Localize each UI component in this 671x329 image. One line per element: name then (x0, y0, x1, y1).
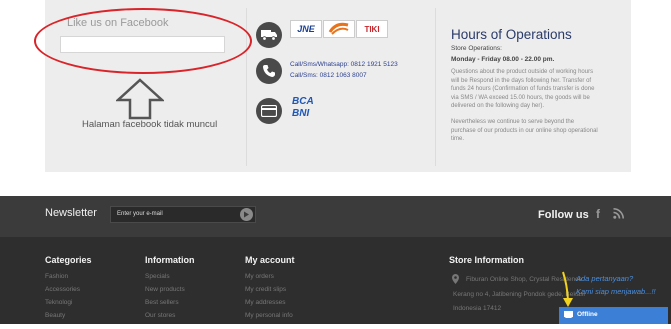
chat-answer: Kami siap menjawab...!! (576, 287, 656, 296)
information-title: Information (145, 255, 195, 265)
pos-logo (323, 20, 355, 38)
newsletter-submit-button[interactable] (240, 208, 253, 221)
hours-paragraph-line: via SMS / WA exceed 15.00 hours, the goo… (451, 94, 590, 101)
facebook-icon[interactable]: f (596, 207, 600, 221)
credit-card-icon-circle (256, 98, 282, 124)
categories-title: Categories (45, 255, 92, 265)
hours-paragraph-line: time. (451, 136, 465, 142)
chat-pointer-arrow (562, 271, 573, 307)
mail-icon-glyph (563, 316, 574, 322)
chat-offline-button[interactable] (559, 307, 668, 324)
hours-paragraph-line: funds 24 hours (Confirmation of funds tr… (451, 86, 595, 92)
hours-paragraph-line: will be Respond in the days following he… (451, 77, 592, 84)
hours-paragraph-line: purchase of our products in our online s… (451, 127, 598, 134)
jne-logo: JNE (290, 20, 322, 38)
hours-title: Hours of Operations (451, 27, 572, 42)
bni-logo: BNI (292, 108, 310, 119)
information-item[interactable]: Best sellers (145, 299, 179, 306)
credit-card-icon (261, 105, 277, 117)
column-divider (435, 8, 436, 166)
bca-logo: BCA (292, 96, 314, 107)
phone-icon (263, 65, 275, 77)
my-account-title: My account (245, 255, 295, 265)
hours-subtitle: Store Operations: (451, 45, 502, 52)
phone-icon-circle (256, 58, 282, 84)
mail-icon (563, 311, 574, 322)
newsletter-placeholder: Enter your e-mail (117, 211, 163, 217)
categories-item[interactable]: Accessories (45, 286, 80, 293)
hours-paragraph-line: Nevertheless we continue to serve beyond… (451, 119, 575, 125)
red-highlight-ellipse (34, 8, 252, 74)
hours-time: Monday - Friday 08.00 - 22.00 pm. (451, 56, 555, 63)
truck-icon-circle (256, 22, 282, 48)
information-item[interactable]: New products (145, 286, 185, 293)
store-address-line: Indonesia 17412 (453, 305, 502, 312)
map-pin-icon (452, 274, 459, 284)
categories-item[interactable]: Teknologi (45, 299, 72, 306)
my-account-item[interactable]: My orders (245, 273, 274, 280)
chat-status-label: Offline (577, 311, 598, 318)
categories-item[interactable]: Fashion (45, 273, 68, 280)
information-item[interactable]: Our stores (145, 312, 175, 319)
my-account-item[interactable]: My personal info (245, 312, 293, 319)
submit-arrow-icon (244, 211, 249, 218)
contact-phone-2[interactable]: Call/Sms: 0812 1063 8007 (290, 72, 367, 79)
tiki-logo: TIKI (356, 20, 388, 38)
my-account-item[interactable]: My addresses (245, 299, 285, 306)
pos-logo-mark (328, 22, 349, 35)
hours-paragraph-line: delivered on the following day her). (451, 103, 545, 109)
my-account-item[interactable]: My credit slips (245, 286, 286, 293)
facebook-note: Halaman facebook tidak muncul (82, 119, 218, 130)
categories-item[interactable]: Beauty (45, 312, 65, 319)
store-info-title: Store Information (449, 255, 525, 265)
hours-paragraph-1: Questions about the product outside of w… (451, 68, 619, 111)
chat-question: Ada pertanyaan? (576, 274, 634, 283)
follow-us-title: Follow us (538, 209, 589, 221)
information-item[interactable]: Specials (145, 273, 170, 280)
arrow-up-icon (116, 78, 164, 120)
rss-icon[interactable] (613, 208, 624, 219)
contact-phone-1[interactable]: Call/Sms/Whatsapp: 0812 1921 5123 (290, 61, 398, 68)
hours-paragraph-line: Questions about the product outside of w… (451, 69, 594, 75)
hours-paragraph-2: Nevertheless we continue to serve beyond… (451, 118, 619, 144)
newsletter-title: Newsletter (45, 207, 97, 219)
truck-icon (261, 30, 277, 41)
